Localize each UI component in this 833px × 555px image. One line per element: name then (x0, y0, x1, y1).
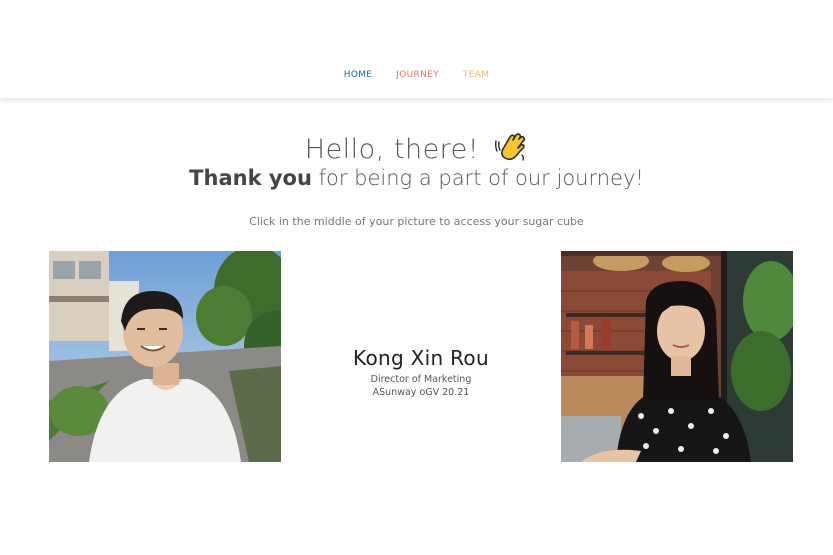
profile-card: Kong Xin Rou Director of Marketing ASunw… (281, 346, 561, 398)
greeting-heading: Hello, there! (0, 128, 833, 169)
nav-home-link[interactable]: HOME (344, 70, 373, 80)
thanks-bold: Thank you (189, 166, 312, 190)
instruction-text: Click in the middle of your picture to a… (249, 215, 584, 228)
thanks-message: Thank you for being a part of our journe… (0, 166, 833, 190)
nav-journey-link[interactable]: JOURNEY (396, 70, 439, 80)
portrait-photo-icon (49, 251, 281, 462)
profile-name: Kong Xin Rou (353, 346, 489, 370)
team-member-photo-left[interactable] (49, 251, 281, 462)
waving-hand-icon (494, 128, 528, 169)
top-navbar: HOME JOURNEY TEAM (0, 0, 833, 99)
thanks-rest: for being a part of our journey! (311, 166, 644, 190)
nav-team-link[interactable]: TEAM (463, 70, 489, 80)
profile-org: ASunway oGV 20.21 (372, 387, 470, 398)
main-nav: HOME JOURNEY TEAM (0, 70, 833, 80)
team-member-photo-right[interactable] (561, 251, 793, 462)
profile-role: Director of Marketing (370, 374, 472, 385)
portrait-photo-icon (561, 251, 793, 462)
greeting-text: Hello, there! (304, 134, 480, 165)
